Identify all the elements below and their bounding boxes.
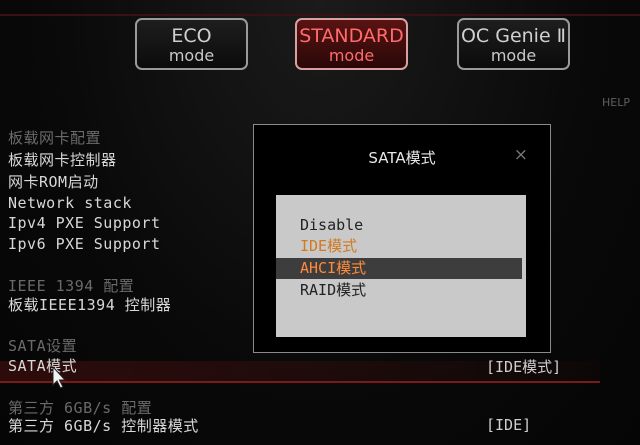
oc-genie-mode-sublabel: mode xyxy=(490,46,537,65)
option-raid[interactable]: RAID模式 xyxy=(300,280,366,300)
eco-mode-button[interactable]: ECO mode xyxy=(135,18,248,70)
lan-config-header: 板载网卡配置 xyxy=(8,129,102,147)
dialog-title: SATA模式 xyxy=(368,149,436,167)
third-party-mode-item[interactable]: 第三方 6GB/s 控制器模式 xyxy=(8,416,199,436)
sata-mode-dialog: SATA模式 × Disable IDE模式 AHCI模式 RAID模式 xyxy=(253,124,551,353)
top-divider xyxy=(0,14,640,16)
sata-settings-header: SATA设置 xyxy=(8,337,78,355)
eco-mode-sublabel: mode xyxy=(168,46,215,65)
option-disable[interactable]: Disable xyxy=(300,215,363,235)
option-ide[interactable]: IDE模式 xyxy=(300,236,357,256)
ieee1394-config-header: IEEE 1394 配置 xyxy=(8,277,135,295)
standard-mode-label: STANDARD xyxy=(299,25,404,47)
ipv4-pxe-item[interactable]: Ipv4 PXE Support xyxy=(8,213,161,233)
standard-mode-sublabel: mode xyxy=(328,46,375,65)
lan-rom-item[interactable]: 网卡ROM启动 xyxy=(8,172,99,192)
help-label[interactable]: HELP xyxy=(602,96,630,109)
option-ahci[interactable]: AHCI模式 xyxy=(300,258,366,278)
oc-genie-mode-label: OC Genie Ⅱ xyxy=(460,25,567,47)
options-list: Disable IDE模式 AHCI模式 RAID模式 xyxy=(276,195,526,337)
standard-mode-button[interactable]: STANDARD mode xyxy=(295,18,408,70)
ieee1394-controller-item[interactable]: 板载IEEE1394 控制器 xyxy=(8,295,171,315)
mouse-cursor-icon xyxy=(52,366,67,389)
sata-mode-value[interactable]: [IDE模式] xyxy=(486,356,561,377)
third-party-mode-value[interactable]: [IDE] xyxy=(486,416,531,434)
lan-controller-item[interactable]: 板载网卡控制器 xyxy=(8,150,117,170)
network-stack-item[interactable]: Network stack xyxy=(8,193,132,213)
ipv6-pxe-item[interactable]: Ipv6 PXE Support xyxy=(8,234,161,254)
third-party-config-header: 第三方 6GB/s 配置 xyxy=(8,399,153,417)
oc-genie-mode-button[interactable]: OC Genie Ⅱ mode xyxy=(457,18,570,70)
close-icon[interactable]: × xyxy=(514,145,528,165)
eco-mode-label: ECO xyxy=(171,25,212,47)
